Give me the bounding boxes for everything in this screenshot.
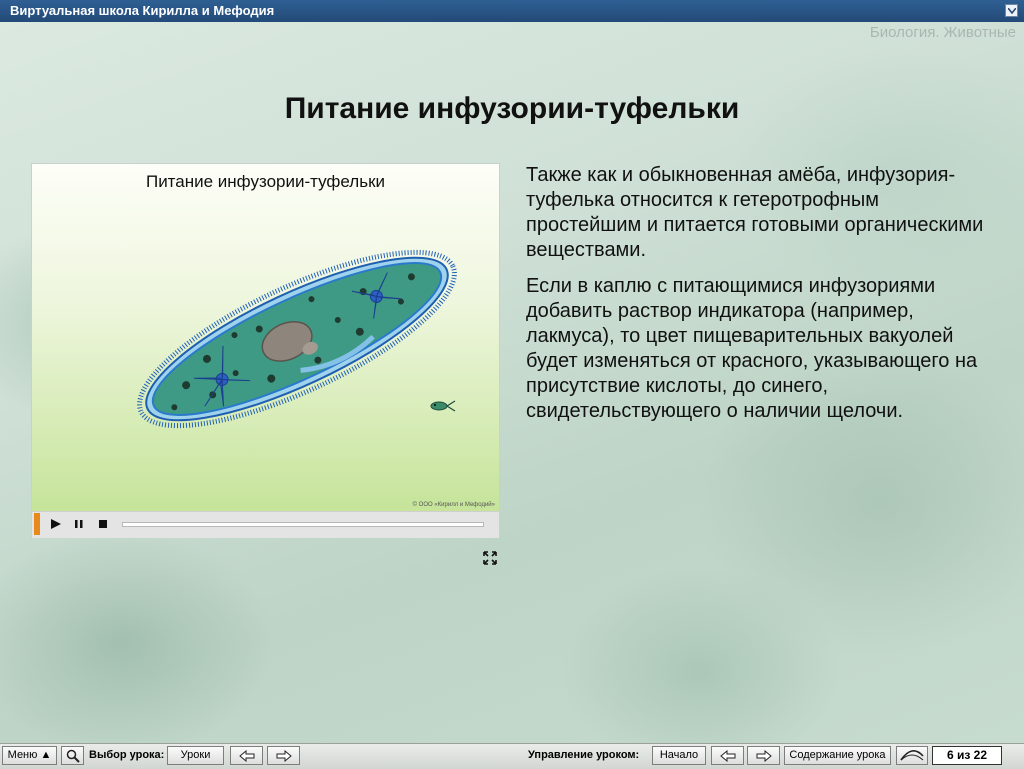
stop-icon: [99, 520, 107, 528]
pause-icon: [75, 520, 83, 528]
fish-icon: [430, 400, 456, 412]
video-progress-bar[interactable]: [122, 522, 484, 527]
choose-lesson-label: Выбор урока:: [89, 749, 165, 761]
stop-button[interactable]: [92, 512, 114, 536]
page-counter: 6 из 22: [932, 746, 1002, 765]
search-icon: [66, 749, 80, 763]
curve-path-icon: [900, 750, 924, 761]
prev-page-button[interactable]: [711, 746, 744, 765]
menu-button-label: Меню: [7, 749, 38, 761]
fullscreen-icon[interactable]: [483, 551, 497, 565]
lesson-control-label: Управление уроком:: [528, 749, 640, 761]
play-button[interactable]: [44, 512, 66, 536]
chevron-down-icon: [1008, 8, 1016, 14]
menu-button[interactable]: Меню ▲: [2, 746, 57, 765]
next-lesson-button[interactable]: [267, 746, 300, 765]
lessons-button[interactable]: Уроки: [167, 746, 224, 765]
lesson-map-button[interactable]: [896, 746, 928, 765]
video-controls: [32, 511, 499, 538]
triangle-up-icon: ▲: [40, 749, 52, 761]
seek-handle[interactable]: [34, 513, 40, 535]
pause-button[interactable]: [68, 512, 90, 536]
arrow-right-icon: [276, 750, 292, 762]
video-copyright: © ООО «Кирилл и Мефодий»: [412, 502, 495, 508]
video-screen[interactable]: Питание инфузории-туфельки © ООО «Кирилл…: [32, 164, 499, 511]
window-menu-dropdown[interactable]: [1005, 4, 1018, 17]
play-icon: [51, 519, 61, 529]
lesson-text: Также как и обыкновенная амёба, инфузори…: [526, 163, 996, 435]
lesson-paragraph: Если в каплю с питающимися инфузориями д…: [526, 275, 978, 422]
window-title: Виртуальная школа Кирилла и Мефодия: [10, 3, 275, 18]
subject-label: Биология. Животные: [869, 24, 1016, 41]
title-bar: Виртуальная школа Кирилла и Мефодия: [0, 0, 1024, 23]
arrow-right-icon: [756, 750, 772, 762]
lesson-paragraph: Также как и обыкновенная амёба, инфузори…: [526, 164, 984, 261]
start-button[interactable]: Начало: [652, 746, 706, 765]
search-button[interactable]: [61, 746, 84, 765]
arrow-left-icon: [720, 750, 736, 762]
paramecium-illustration: [137, 249, 457, 429]
video-player[interactable]: Питание инфузории-туфельки © ООО «Кирилл…: [32, 164, 499, 538]
lesson-contents-button[interactable]: Содержание урока: [784, 746, 891, 765]
bottom-toolbar: Меню ▲ Выбор урока: Уроки Управление уро…: [0, 743, 1024, 769]
arrow-left-icon: [239, 750, 255, 762]
lesson-title: Питание инфузории-туфельки: [284, 92, 740, 125]
next-page-button[interactable]: [747, 746, 780, 765]
prev-lesson-button[interactable]: [230, 746, 263, 765]
